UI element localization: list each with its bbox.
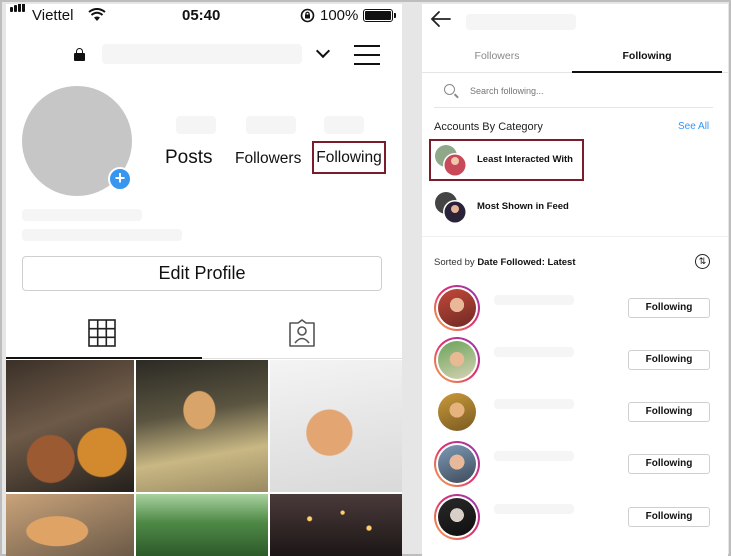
photo-tile[interactable] [270,360,402,492]
list-item[interactable]: Following [434,441,724,489]
following-button[interactable]: Following [628,298,710,318]
list-item[interactable]: Following [434,494,724,542]
add-icon[interactable]: + [108,167,132,191]
battery-icon [363,9,396,22]
sort-icon[interactable]: ⇅ [695,254,710,269]
list-item[interactable]: Following [434,389,724,437]
username-redacted[interactable] [102,44,302,64]
search-bar[interactable] [434,76,713,108]
posts-count-redacted [176,116,216,134]
tab-followers[interactable]: Followers [422,39,572,73]
following-count-redacted [324,116,364,134]
section-title: Accounts By Category [434,121,543,133]
followers-count-redacted [246,116,296,134]
rotation-lock-icon [300,8,315,23]
following-button[interactable]: Following [628,402,710,422]
avatar[interactable] [438,341,476,379]
tab-indicator [572,71,722,73]
section-divider [422,236,728,237]
sort-label: Sorted by Date Followed: Latest [434,257,576,268]
tab-following[interactable]: Following [572,39,722,73]
avatar[interactable] [438,498,476,536]
category-label: Most Shown in Feed [477,201,569,212]
avatar[interactable] [438,445,476,483]
photo-tile[interactable] [6,494,134,556]
bio-redacted-2 [22,229,182,241]
sort-value[interactable]: Date Followed: Latest [477,257,575,268]
posts-stat[interactable]: Posts [165,147,213,169]
avatar[interactable] [438,393,476,431]
username-redacted [466,14,576,30]
photo-tile[interactable] [270,494,402,556]
bio-redacted [22,209,142,221]
battery-percent: 100% [320,7,359,24]
back-arrow-icon[interactable] [430,10,452,28]
avatar[interactable] [438,289,476,327]
wifi-icon [88,8,106,21]
profile-screen: Viettel 05:40 100% + Posts Followers Fol… [6,4,402,556]
lock-icon [74,48,85,61]
following-button[interactable]: Following [628,454,710,474]
follow-tabs: Followers Following [422,39,728,73]
following-button[interactable]: Following [628,350,710,370]
username-redacted [494,451,574,461]
photo-tile[interactable] [6,360,134,492]
status-bar: Viettel 05:40 100% [6,4,402,28]
chevron-down-icon[interactable] [315,43,331,59]
edit-profile-button[interactable]: Edit Profile [22,256,382,291]
username-redacted [494,295,574,305]
list-item[interactable]: Following [434,337,724,385]
username-redacted [494,347,574,357]
carrier-name: Viettel [32,7,74,24]
username-redacted [494,399,574,409]
screenshot-frame: Viettel 05:40 100% + Posts Followers Fol… [0,0,731,556]
photo-tile[interactable] [136,360,268,492]
menu-icon[interactable] [354,42,380,68]
photo-tile[interactable] [136,494,268,556]
list-item[interactable]: Following [434,285,724,333]
avatar-stack-icon [435,192,467,224]
highlight-box [429,139,584,181]
username-redacted [494,504,574,514]
search-icon [444,84,455,95]
following-stat[interactable]: Following [312,141,386,174]
tagged-icon[interactable] [287,319,317,347]
grid-icon[interactable] [88,319,116,347]
followers-stat[interactable]: Followers [235,150,301,168]
tab-indicator [6,357,202,359]
search-input[interactable] [470,82,700,100]
see-all-link[interactable]: See All [678,121,709,132]
following-screen: Followers Following Accounts By Category… [422,4,728,556]
following-button[interactable]: Following [628,507,710,527]
status-time: 05:40 [182,7,221,24]
